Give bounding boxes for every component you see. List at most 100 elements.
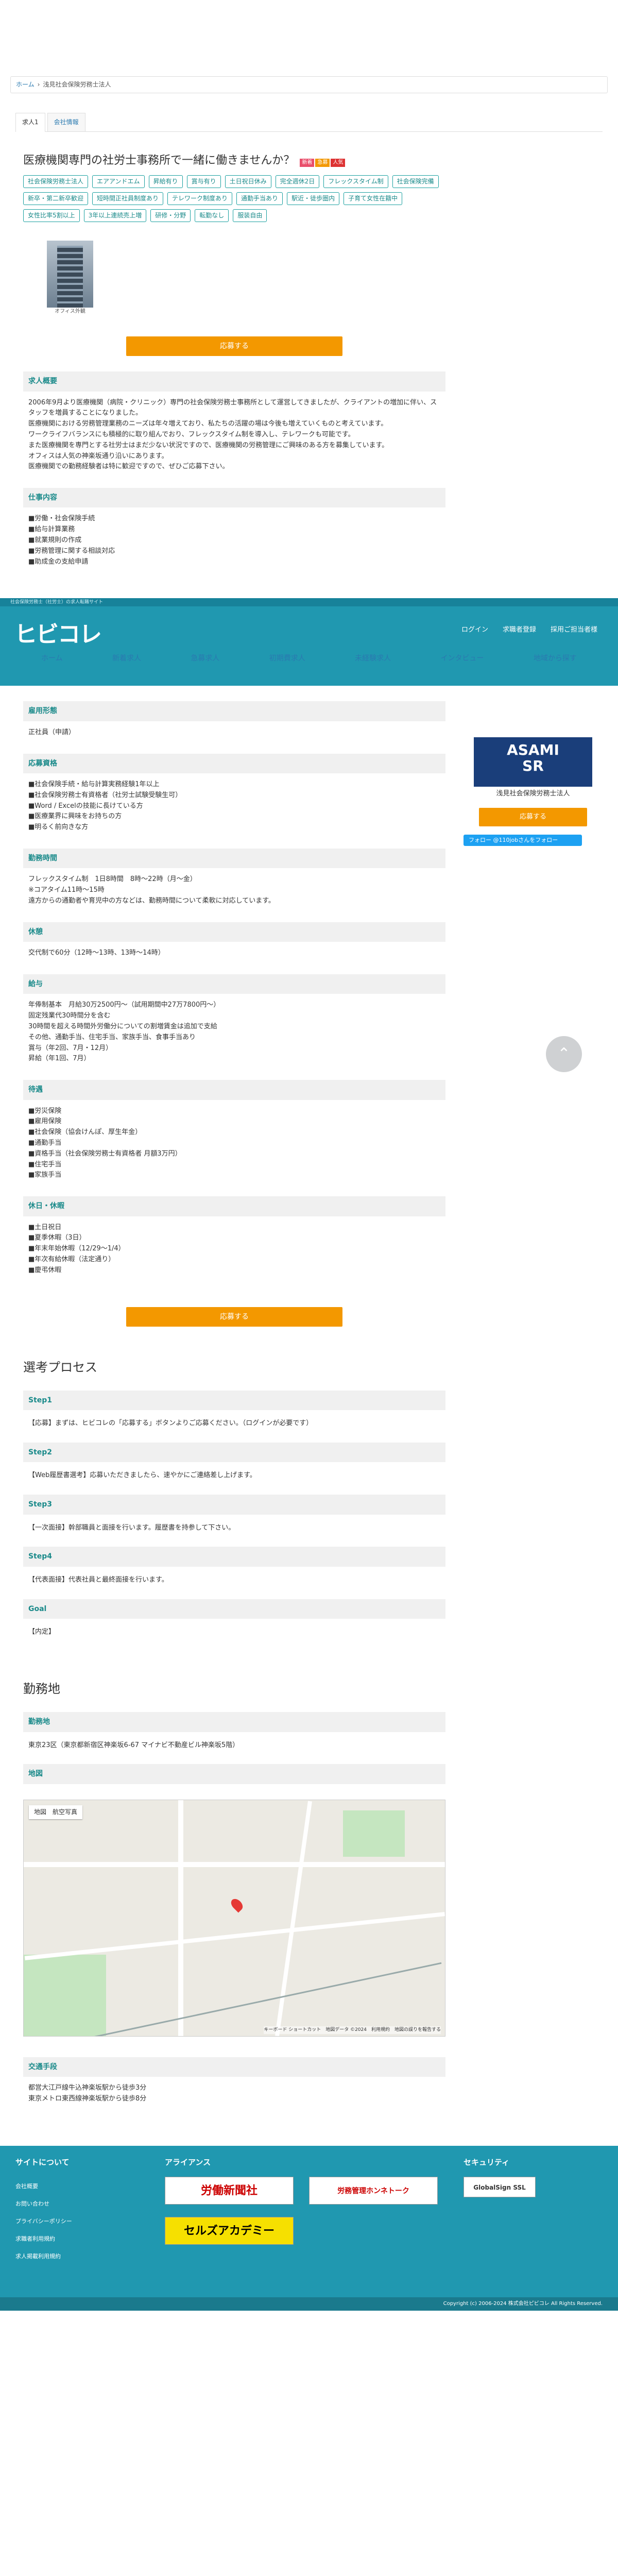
breadcrumb-current: 浅見社会保険労務士法人 [43, 81, 111, 88]
breadcrumb-separator: › [37, 81, 40, 88]
map-tab-map[interactable]: 地図 [34, 1807, 46, 1817]
banner-rodo[interactable]: 労働新聞社 [165, 2176, 294, 2205]
feature-tag[interactable]: 駅近・徒歩圏内 [287, 192, 340, 205]
feature-tag[interactable]: 通勤手当あり [236, 192, 283, 205]
badge-new: 新着 [300, 159, 315, 167]
section-head: 仕事内容 [23, 488, 445, 508]
feature-tag[interactable]: 3年以上連続売上増 [83, 209, 147, 223]
step-head: Step3 [23, 1495, 445, 1515]
footer-link[interactable]: プライバシーポリシー [15, 2213, 72, 2230]
section-body: ■労災保険 ■雇用保険 ■社会保険（協会けんぽ、厚生年金） ■通勤手当 ■資格手… [28, 1107, 182, 1179]
feature-tag[interactable]: 昇給有り [148, 175, 183, 188]
access-head: 交通手段 [23, 2057, 445, 2077]
job-main-2: 雇用形態 正社員（申請） 応募資格 ■社会保険手続・給与計算実務経験1年以上 ■社会保… [23, 701, 445, 2104]
access-body: 都営大江戸線牛込神楽坂駅から徒歩3分 東京メトロ東西線神楽坂駅から徒歩8分 [28, 2084, 147, 2103]
register-link[interactable]: 求職者登録 [503, 625, 536, 636]
feature-tag[interactable]: 土日祝日休み [225, 175, 271, 188]
login-link[interactable]: ログイン [461, 625, 488, 636]
section-head: 休日・休暇 [23, 1196, 445, 1216]
nav-item[interactable]: 未経験求人 [339, 653, 406, 664]
nav-item[interactable]: 急募求人 [175, 653, 235, 664]
feature-tag[interactable]: 賞与有り [186, 175, 221, 188]
feature-tag[interactable]: 新卒・第二新卒歓迎 [23, 192, 89, 205]
feature-tag[interactable]: 服装自由 [233, 209, 267, 223]
sidebar-company-name: 浅見社会保険労務士法人 [496, 790, 570, 798]
logo-top-text: ASAMI [507, 741, 559, 759]
section-body: 交代制で60分（12時〜13時、13時〜14時） [28, 949, 165, 957]
site-logo[interactable]: ヒビコレ [14, 617, 102, 653]
feature-tag[interactable]: 社会保険完備 [392, 175, 439, 188]
tab-job1[interactable]: 求人1 [15, 113, 45, 132]
location-body: 東京23区（東京都新宿区神楽坂6-67 マイナビ不動産ビル神楽坂5階） [28, 1741, 239, 1749]
sidebar: ASAMI SR 浅見社会保険労務士法人 応募する フォロー @110jobさん… [464, 737, 603, 846]
section-body: ■社会保険手続・給与計算実務経験1年以上 ■社会保険労務士有資格者（社労士試験受… [28, 781, 182, 832]
feature-tag[interactable]: 子育て女性在籍中 [344, 192, 403, 205]
feature-tag[interactable]: フレックスタイム制 [323, 175, 388, 188]
footer-about-title: サイトについて [15, 2157, 70, 2167]
process-title: 選考プロセス [23, 1360, 97, 1375]
step-head: Step2 [23, 1443, 445, 1463]
footer-link[interactable]: お問い合わせ [15, 2195, 72, 2213]
tab-company-info[interactable]: 会社情報 [47, 113, 85, 132]
header-links: ログイン 求職者登録 採用ご担当者様 [461, 625, 597, 636]
section-body: フレックスタイム制 1日8時間 8時〜22時（月〜金） ※コアタイム11時〜15… [28, 875, 275, 905]
photo-caption: オフィス外観 [55, 309, 85, 315]
footer-link[interactable]: 求人掲載利用規約 [15, 2248, 72, 2265]
header-strip: 社会保険労務士（社労士）の求人転職サイト [0, 598, 618, 607]
nav-item[interactable]: ホーム [26, 653, 78, 664]
logo-bottom-text: SR [522, 757, 544, 775]
map-pin-icon[interactable] [229, 1896, 245, 1913]
location-head: 勤務地 [23, 1712, 445, 1732]
office-photo [47, 241, 93, 308]
footer-security-title: セキュリティ [464, 2157, 510, 2167]
section-body: 年俸制基本 月給30万2500円〜（試用期間中27万7800円〜） 固定残業代3… [28, 1001, 220, 1063]
feature-tag[interactable]: エアアンドエム [92, 175, 145, 188]
step-head: Goal [23, 1599, 445, 1619]
apply-button-top[interactable]: 応募する [126, 336, 342, 357]
banner-honne[interactable]: 労務管理ホンネトーク [309, 2176, 438, 2205]
section-body: ■土日祝日 ■夏季休暇（3日） ■年末年始休暇（12/29〜1/4） ■年次有給… [28, 1223, 125, 1274]
feature-tags: 社会保険労務士法人 エアアンドエム 昇給有り 賞与有り 土日祝日休み 完全週休2日 フレック… [23, 175, 445, 223]
feature-tag[interactable]: 社会保険労務士法人 [23, 175, 89, 188]
section-head: 待遇 [23, 1080, 445, 1100]
banner-sells[interactable]: セルズアカデミー [165, 2216, 294, 2245]
sidebar-apply-button[interactable]: 応募する [479, 808, 587, 827]
headline-text: 医療機関専門の社労士事務所で一緒に働きませんか？ [23, 154, 295, 167]
section-head: 給与 [23, 974, 445, 994]
company-logo: ASAMI SR [474, 737, 592, 787]
job-sections-1: 求人概要 2006年9月より医療機関（病院・クリニック）専門の社会保険労務士事務所… [23, 371, 445, 567]
badge-popular: 人気 [331, 159, 346, 167]
site-header: 社会保険労務士（社労士）の求人転職サイト ヒビコレ ログイン 求職者登録 採用ご… [0, 598, 618, 686]
step-body: 【Web履歴書選考】応募いただきましたら、速やかにご連絡差し上げます。 [28, 1471, 256, 1480]
job-headline: 医療機関専門の社労士事務所で一緒に働きませんか？ 新着 急募 人気 [23, 151, 445, 170]
employer-link[interactable]: 採用ご担当者様 [551, 625, 597, 636]
breadcrumb-home-link[interactable]: ホーム [16, 80, 35, 90]
twitter-follow-button[interactable]: フォロー @110jobさんをフォロー [464, 835, 582, 846]
feature-tag[interactable]: テレワーク制度あり [167, 192, 233, 205]
job-main: 医療機関専門の社労士事務所で一緒に働きませんか？ 新着 急募 人気 社会保険労務士法… [23, 151, 445, 567]
section-body: 正社員（申請） [28, 728, 76, 736]
feature-tag[interactable]: 短時間正社員制度あり [92, 192, 164, 205]
google-map[interactable]: 地図 航空写真 キーボード ショートカット 地図データ ©2024 利用規約 地… [23, 1799, 445, 2037]
feature-tag[interactable]: 女性比率5割以上 [23, 209, 80, 223]
section-head: 雇用形態 [23, 701, 445, 721]
footer-link[interactable]: 求職者利用規約 [15, 2230, 72, 2248]
nav-item[interactable]: 初期費求人 [254, 653, 321, 664]
step-head: Step4 [23, 1547, 445, 1567]
nav-item[interactable]: 地域から探す [518, 653, 592, 664]
nav-item[interactable]: インタビュー [425, 653, 500, 664]
footer-link[interactable]: 会社概要 [15, 2178, 72, 2195]
new-badges: 新着 急募 人気 [300, 151, 346, 170]
feature-tag[interactable]: 完全週休2日 [275, 175, 320, 188]
apply-button-bottom[interactable]: 応募する [126, 1307, 342, 1327]
section-head: 求人概要 [23, 371, 445, 392]
feature-tag[interactable]: 転勤なし [195, 209, 229, 223]
map-head: 地図 [23, 1764, 445, 1784]
copyright: Copyright (c) 2006-2024 株式会社ピビコレ All Rig… [0, 2297, 618, 2311]
job-sections-2: 雇用形態 正社員（申請） 応募資格 ■社会保険手続・給与計算実務経験1年以上 ■社会保… [23, 701, 445, 1276]
step-body: 【一次面接】幹部職員と面接を行います。履歴書を持参して下さい。 [28, 1523, 235, 1532]
feature-tag[interactable]: 研修・分野 [150, 209, 191, 223]
map-tab-satellite[interactable]: 航空写真 [53, 1807, 77, 1817]
scroll-top-icon[interactable]: ⌃ [546, 1036, 582, 1073]
nav-item[interactable]: 新着求人 [97, 653, 157, 664]
